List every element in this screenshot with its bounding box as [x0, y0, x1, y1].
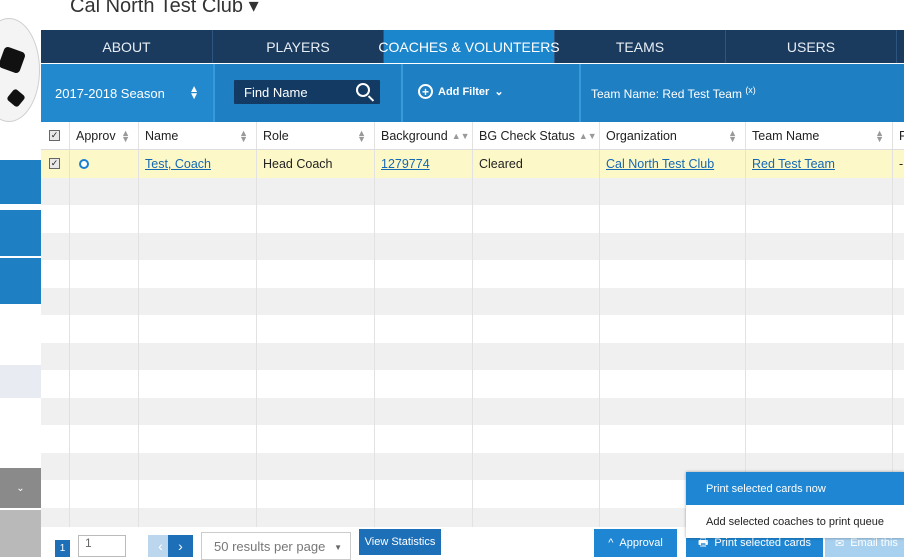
season-select-value: 2017-2018 Season — [55, 85, 165, 101]
filter-divider — [213, 64, 215, 122]
sort-icon: ▲ ▼ — [239, 128, 248, 144]
chevron-up-icon: ^ — [608, 537, 614, 549]
background-link[interactable]: 1279774 — [375, 150, 473, 178]
sort-icon: ▲ ▼ — [357, 128, 366, 144]
sort-icon: ▲ ▼ — [875, 128, 884, 144]
tab-coaches-volunteers[interactable]: COACHES & VOLUNTEERS — [378, 30, 560, 63]
envelope-icon: ✉ — [835, 537, 845, 550]
chevron-left-icon: ‹ — [158, 538, 163, 554]
left-rail-bottom — [0, 510, 41, 557]
page-input[interactable]: 1 — [78, 535, 126, 557]
empty-table-row — [41, 315, 904, 343]
season-select[interactable]: 2017-2018 Season ▲ ▼ — [41, 64, 213, 122]
row-checkbox[interactable]: ✓ — [41, 150, 70, 178]
club-logo — [0, 18, 40, 122]
filter-bar: 2017-2018 Season ▲ ▼ Find Name + Add Filt… — [41, 64, 904, 122]
view-statistics-button[interactable]: View Statistics — [359, 529, 441, 555]
table-header: ✓ Approv ▲ ▼ Name ▲ ▼ Role ▲ ▼ Background ▲▼ BG… — [41, 122, 904, 150]
filter-divider — [401, 64, 403, 122]
approval-button[interactable]: ^ Approval — [594, 529, 677, 557]
team-name-link[interactable]: Red Test Team — [746, 150, 893, 178]
col-organization[interactable]: Organization ▲ ▼ — [600, 122, 746, 149]
find-name-placeholder: Find Name — [244, 84, 308, 100]
left-rail-item-1[interactable] — [0, 160, 41, 204]
results-per-page-select[interactable]: 50 results per page ▼ — [201, 532, 351, 560]
find-name-input[interactable]: Find Name — [234, 80, 380, 104]
coach-name-link[interactable]: Test, Coach — [139, 150, 257, 178]
empty-table-row — [41, 205, 904, 233]
col-bg-check-status[interactable]: BG Check Status ▲▼ — [473, 122, 600, 149]
empty-table-row — [41, 342, 904, 370]
col-background[interactable]: Background ▲▼ — [375, 122, 473, 149]
plus-circle-icon: + — [418, 84, 433, 99]
add-filter-button[interactable]: + Add Filter ⌄ — [418, 84, 504, 99]
tab-players[interactable]: PLAYERS — [213, 30, 384, 63]
coach-role: Head Coach — [257, 150, 375, 178]
bg-check-status: Cleared — [473, 150, 600, 178]
col-extra[interactable]: F — [893, 122, 904, 149]
left-rail-item-2[interactable] — [0, 210, 41, 256]
sort-icon: ▲ ▼ — [728, 128, 737, 144]
next-page-button[interactable]: › — [168, 535, 193, 557]
empty-table-row — [41, 425, 904, 453]
filter-divider — [579, 64, 581, 122]
chevron-down-icon: ⌄ — [494, 86, 504, 98]
add-filter-label: Add Filter — [438, 85, 490, 98]
col-approval[interactable]: Approv ▲ ▼ — [70, 122, 139, 149]
extra-cell: - — [899, 156, 904, 171]
empty-table-row — [41, 397, 904, 425]
col-name[interactable]: Name ▲ ▼ — [139, 122, 257, 149]
empty-table-row — [41, 287, 904, 315]
chevron-right-icon: › — [178, 538, 183, 554]
sort-icon: ▲ ▼ — [121, 128, 130, 144]
tab-users[interactable]: USERS — [726, 30, 897, 63]
print-now-menu-item[interactable]: Print selected cards now — [686, 472, 904, 505]
select-all-checkbox[interactable]: ✓ — [41, 122, 70, 149]
empty-table-row — [41, 370, 904, 398]
main-nav-tabs: ABOUT PLAYERS COACHES & VOLUNTEERS TEAMS… — [41, 30, 904, 63]
page-number[interactable]: 1 — [55, 540, 70, 557]
add-to-print-queue-menu-item[interactable]: Add selected coaches to print queue — [686, 505, 904, 538]
col-role[interactable]: Role ▲ ▼ — [257, 122, 375, 149]
left-rail-item-3[interactable] — [0, 258, 41, 304]
table-row[interactable]: ✓ Test, Coach Head Coach 1279774 Cleared… — [41, 150, 904, 178]
tab-overflow — [897, 30, 904, 63]
col-team-name[interactable]: Team Name ▲ ▼ — [746, 122, 893, 149]
caret-down-icon: ▼ — [334, 543, 342, 552]
empty-table-row — [41, 177, 904, 205]
left-rail-item-4[interactable] — [0, 365, 41, 398]
search-icon[interactable] — [356, 83, 370, 97]
team-filter-chip: Team Name: Red Test Team (x) — [591, 85, 756, 101]
left-rail-collapse-icon[interactable]: ⌄ — [0, 468, 41, 508]
empty-table-row — [41, 232, 904, 260]
print-dropdown-menu: Print selected cards now Add selected co… — [686, 472, 904, 538]
expand-row-icon[interactable] — [70, 150, 139, 178]
tab-teams[interactable]: TEAMS — [555, 30, 726, 63]
tab-about[interactable]: ABOUT — [41, 30, 213, 63]
organization-link[interactable]: Cal North Test Club — [600, 150, 746, 178]
empty-table-row — [41, 260, 904, 288]
club-title[interactable]: Cal North Test Club ▾ — [70, 0, 259, 18]
select-arrows-icon: ▲ ▼ — [189, 84, 199, 102]
remove-filter-button[interactable]: (x) — [745, 85, 756, 95]
team-filter-label: Team Name: Red Test Team — [591, 87, 742, 101]
